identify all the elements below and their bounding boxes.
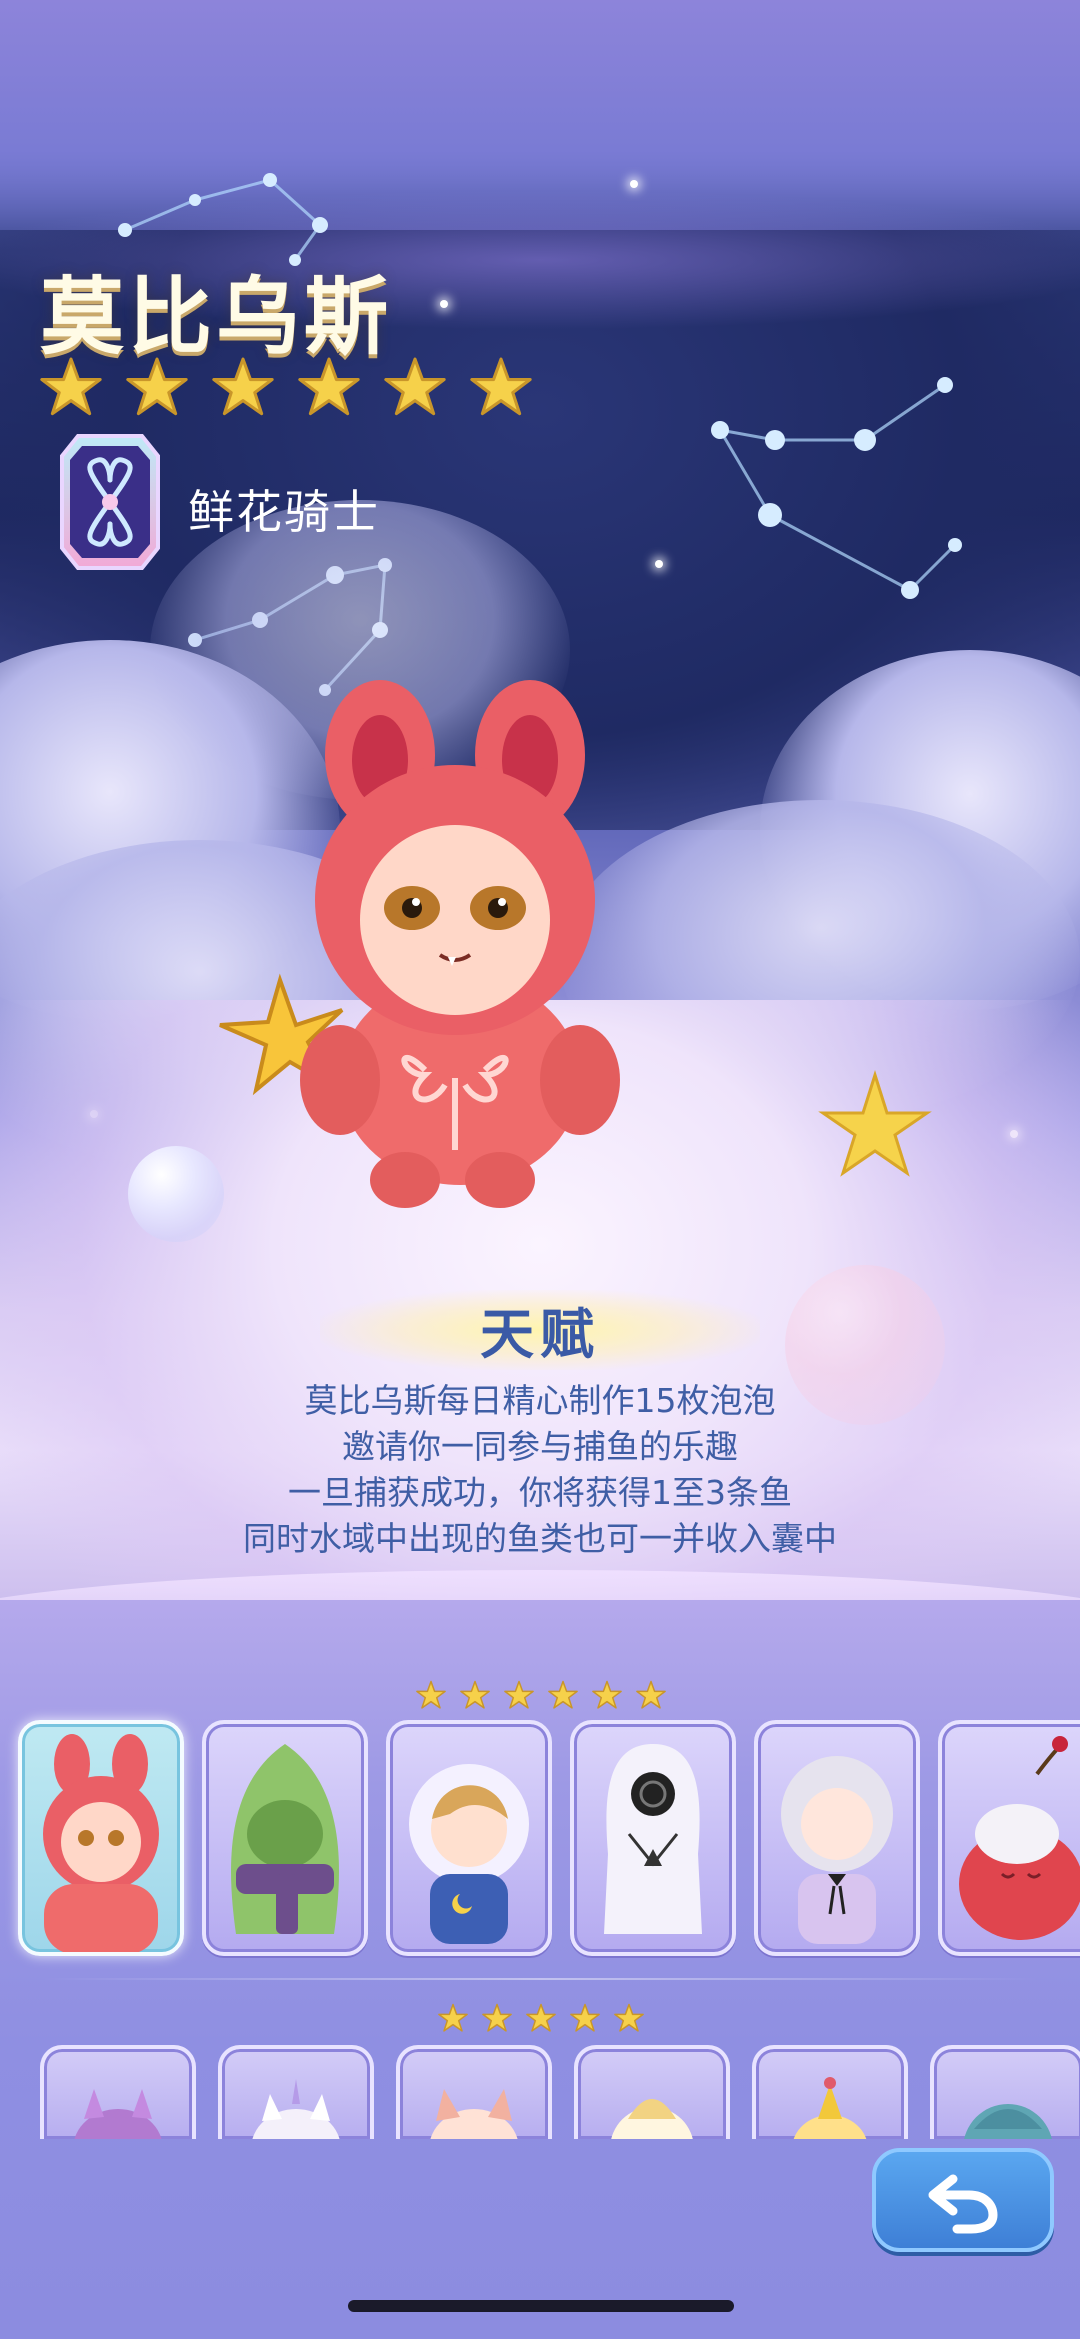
party-hat-portrait-icon — [793, 2077, 867, 2139]
character-card-white-ghost[interactable] — [570, 1720, 736, 1956]
star-icon — [614, 2003, 644, 2032]
five-star-card-row — [40, 2045, 1080, 2139]
blond-tuft-portrait-icon — [611, 2099, 693, 2139]
character-card-pink-bunny[interactable] — [18, 1720, 184, 1956]
star-icon — [548, 1680, 578, 1709]
talent-description: 莫比乌斯每日精心制作15枚泡泡 邀请你一同参与捕鱼的乐趣 一旦捕获成功，你将获得… — [0, 1378, 1080, 1562]
pink-bunny-portrait-icon — [43, 1734, 159, 1952]
star-icon — [482, 2003, 512, 2032]
six-star-card-row — [18, 1720, 1080, 1956]
talent-title: 天赋 — [480, 1303, 600, 1366]
star-icon — [470, 357, 532, 416]
back-button[interactable] — [872, 2148, 1054, 2252]
purple-spiky-portrait-icon — [74, 2089, 162, 2139]
character-card-apple-sleeper[interactable] — [938, 1720, 1080, 1956]
talent-line: 同时水域中出现的鱼类也可一并收入囊中 — [243, 1519, 837, 1558]
character-card-teal-hair[interactable] — [930, 2045, 1080, 2139]
five-star-rating — [438, 2003, 658, 2033]
apple-sleeper-portrait-icon — [959, 1736, 1080, 1940]
role-label: 鲜花骑士 — [188, 485, 380, 539]
star-icon — [298, 357, 360, 416]
character-card-blonde-boy[interactable] — [386, 1720, 552, 1956]
twinkle-star — [440, 300, 448, 308]
fox-ears-portrait-icon — [430, 2089, 518, 2139]
six-star-rating — [416, 1680, 680, 1710]
twinkle-star — [630, 180, 638, 188]
star-icon — [570, 2003, 600, 2032]
star-icon — [40, 357, 102, 416]
star-icon — [384, 357, 446, 416]
talent-line: 一旦捕获成功，你将获得1至3条鱼 — [288, 1473, 792, 1512]
character-illustration — [219, 680, 620, 1208]
star-icon — [416, 1680, 446, 1709]
star-icon — [126, 357, 188, 416]
return-arrow-icon — [928, 2174, 998, 2234]
character-card-fox-ears[interactable] — [396, 2045, 552, 2139]
star-icon — [592, 1680, 622, 1709]
rarity-stars — [40, 356, 556, 418]
star-float-decoration — [818, 1070, 932, 1177]
star-icon — [636, 1680, 666, 1709]
star-icon — [504, 1680, 534, 1709]
silver-girl-portrait-icon — [781, 1756, 893, 1944]
home-indicator[interactable] — [348, 2300, 734, 2312]
character-detail-screen: 莫比乌斯 鲜花骑士 天赋 莫比乌斯每日精心制作15枚泡泡 邀请你一同参与捕鱼的乐… — [0, 0, 1080, 2339]
flower-knight-emblem-icon — [60, 434, 160, 570]
character-card-unicorn-cat[interactable] — [218, 2045, 374, 2139]
character-card-blond-tuft[interactable] — [574, 2045, 730, 2139]
row-divider — [40, 1978, 1040, 1980]
blonde-boy-portrait-icon — [409, 1764, 529, 1944]
green-hood-portrait-icon — [231, 1744, 339, 1934]
teal-hair-portrait-icon — [964, 2104, 1052, 2139]
character-card-silver-girl[interactable] — [754, 1720, 920, 1956]
character-card-green-hood[interactable] — [202, 1720, 368, 1956]
white-ghost-portrait-icon — [604, 1744, 702, 1934]
star-icon — [438, 2003, 468, 2032]
star-icon — [526, 2003, 556, 2032]
talent-line: 莫比乌斯每日精心制作15枚泡泡 — [304, 1381, 776, 1420]
unicorn-cat-portrait-icon — [252, 2079, 340, 2139]
twinkle-star — [655, 560, 663, 568]
character-name: 莫比乌斯 — [40, 268, 393, 366]
star-icon — [212, 357, 274, 416]
talent-line: 邀请你一同参与捕鱼的乐趣 — [342, 1427, 738, 1466]
character-card-purple-spiky[interactable] — [40, 2045, 196, 2139]
character-card-party-hat[interactable] — [752, 2045, 908, 2139]
star-icon — [460, 1680, 490, 1709]
